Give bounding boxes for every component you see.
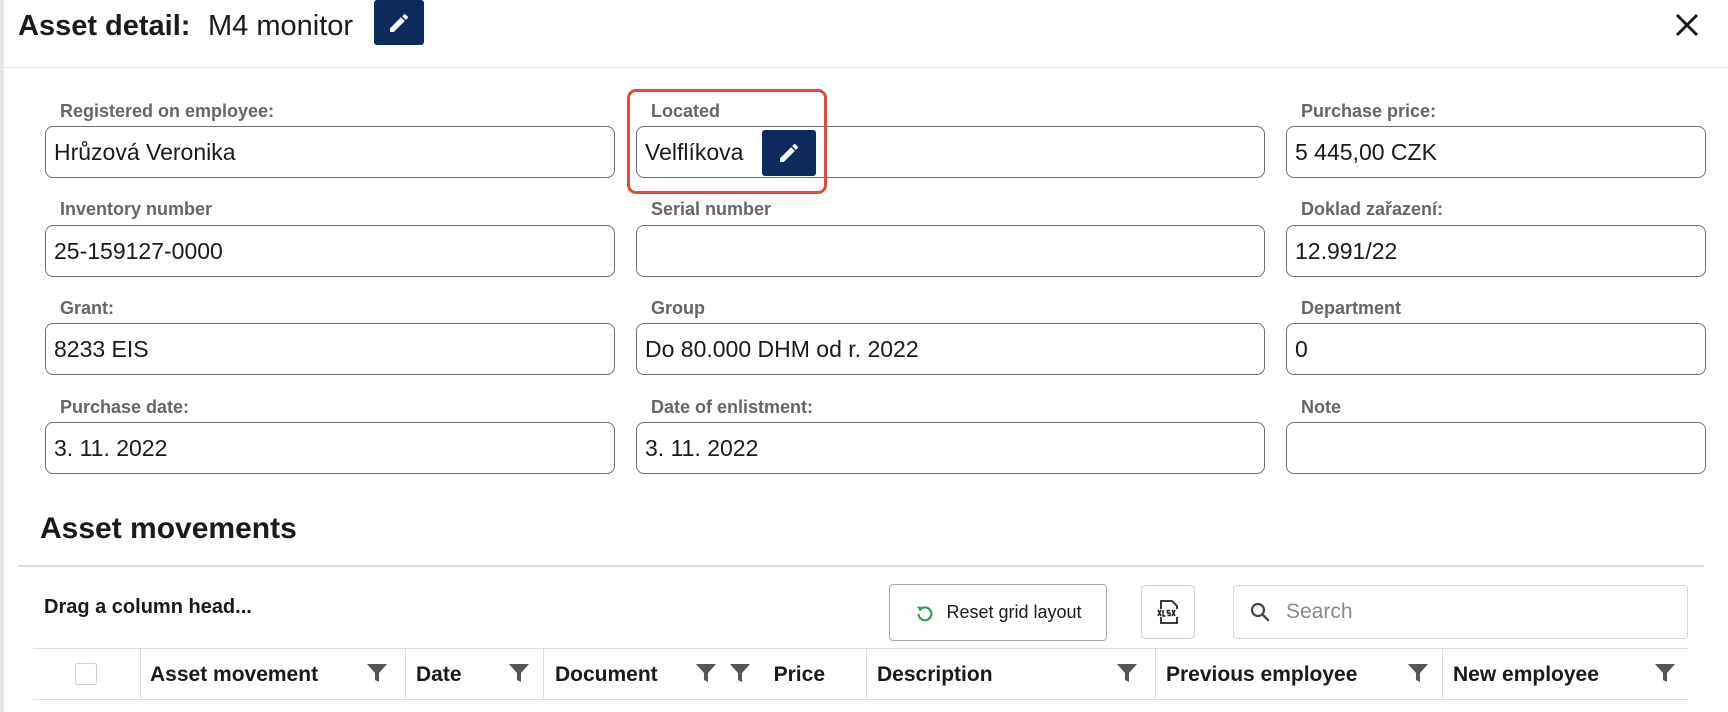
purchase-date-field[interactable]: 3. 11. 2022 <box>45 422 615 474</box>
note-label: Note <box>1301 397 1341 417</box>
column-asset-movement-label: Asset movement <box>150 663 319 686</box>
serial-number-label: Serial number <box>651 199 772 219</box>
dialog-title-label: Asset detail: <box>18 10 191 42</box>
close-icon <box>1675 13 1699 37</box>
inventory-number-label: Inventory number <box>60 199 213 219</box>
group-field[interactable]: Do 80.000 DHM od r. 2022 <box>636 323 1265 375</box>
column-document-label: Document <box>555 663 658 686</box>
grid-search-input[interactable] <box>1284 599 1668 625</box>
close-button[interactable] <box>1670 8 1704 42</box>
asset-name: M4 monitor <box>208 10 354 42</box>
header-divider <box>4 67 1728 68</box>
column-price-label: Price <box>773 663 825 686</box>
section-divider <box>18 565 1704 567</box>
reset-grid-layout-button[interactable]: Reset grid layout <box>889 584 1107 641</box>
enlistment-date-label: Date of enlistment: <box>651 397 814 417</box>
doklad-label: Doklad zařazení: <box>1301 199 1444 219</box>
department-field[interactable]: 0 <box>1286 323 1706 375</box>
asset-movements-title: Asset movements <box>40 512 297 545</box>
serial-number-field[interactable] <box>636 225 1265 277</box>
column-new-employee-label: New employee <box>1453 663 1599 686</box>
purchase-date-label: Purchase date: <box>60 397 190 417</box>
registered-employee-label: Registered on employee: <box>60 101 275 121</box>
group-label: Group <box>651 298 705 318</box>
group-drag-hint: Drag a column head... <box>44 596 252 618</box>
enlistment-date-field[interactable]: 3. 11. 2022 <box>636 422 1265 474</box>
located-highlight <box>627 89 827 194</box>
purchase-price-label: Purchase price: <box>1301 101 1437 121</box>
column-description-label: Description <box>877 663 993 686</box>
grant-label: Grant: <box>60 298 114 318</box>
filter-icon[interactable] <box>1653 661 1677 685</box>
left-edge <box>0 0 4 712</box>
purchase-price-field[interactable]: 5 445,00 CZK <box>1286 126 1706 178</box>
column-asset-movement[interactable]: Asset movement <box>140 649 405 699</box>
column-description[interactable]: Description <box>866 649 1155 699</box>
column-new-employee[interactable]: New employee <box>1442 649 1688 699</box>
column-previous-employee[interactable]: Previous employee <box>1155 649 1442 699</box>
xlsx-export-icon <box>1157 600 1179 624</box>
filter-icon[interactable] <box>1115 661 1139 685</box>
search-icon <box>1250 602 1270 622</box>
department-label: Department <box>1301 298 1402 318</box>
note-field[interactable] <box>1286 422 1706 474</box>
column-document[interactable]: Document <box>543 649 716 699</box>
grid-search-box <box>1233 585 1688 639</box>
registered-employee-field[interactable]: Hrůzová Veronika <box>45 126 615 178</box>
inventory-number-field[interactable]: 25-159127-0000 <box>45 225 615 277</box>
column-date-label: Date <box>416 663 462 686</box>
dialog-header: Asset detail: M4 monitor <box>18 0 1718 52</box>
filter-icon[interactable] <box>365 661 389 685</box>
column-date[interactable]: Date <box>405 649 543 699</box>
filter-icon[interactable] <box>507 661 531 685</box>
reset-icon <box>917 605 933 621</box>
reset-grid-layout-label: Reset grid layout <box>946 602 1082 622</box>
doklad-field[interactable]: 12.991/22 <box>1286 225 1706 277</box>
filter-icon[interactable] <box>728 661 752 685</box>
select-all-checkbox[interactable] <box>75 663 97 685</box>
edit-asset-name-button[interactable] <box>374 0 424 45</box>
column-previous-employee-label: Previous employee <box>1166 663 1358 686</box>
column-price[interactable]: Price <box>701 649 835 699</box>
filter-icon[interactable] <box>1406 661 1430 685</box>
export-xlsx-button[interactable] <box>1141 585 1195 639</box>
grant-field[interactable]: 8233 EIS <box>45 323 615 375</box>
pencil-icon <box>390 13 409 32</box>
grid-header-row: Asset movement Date Document Price Descr… <box>33 648 1688 700</box>
